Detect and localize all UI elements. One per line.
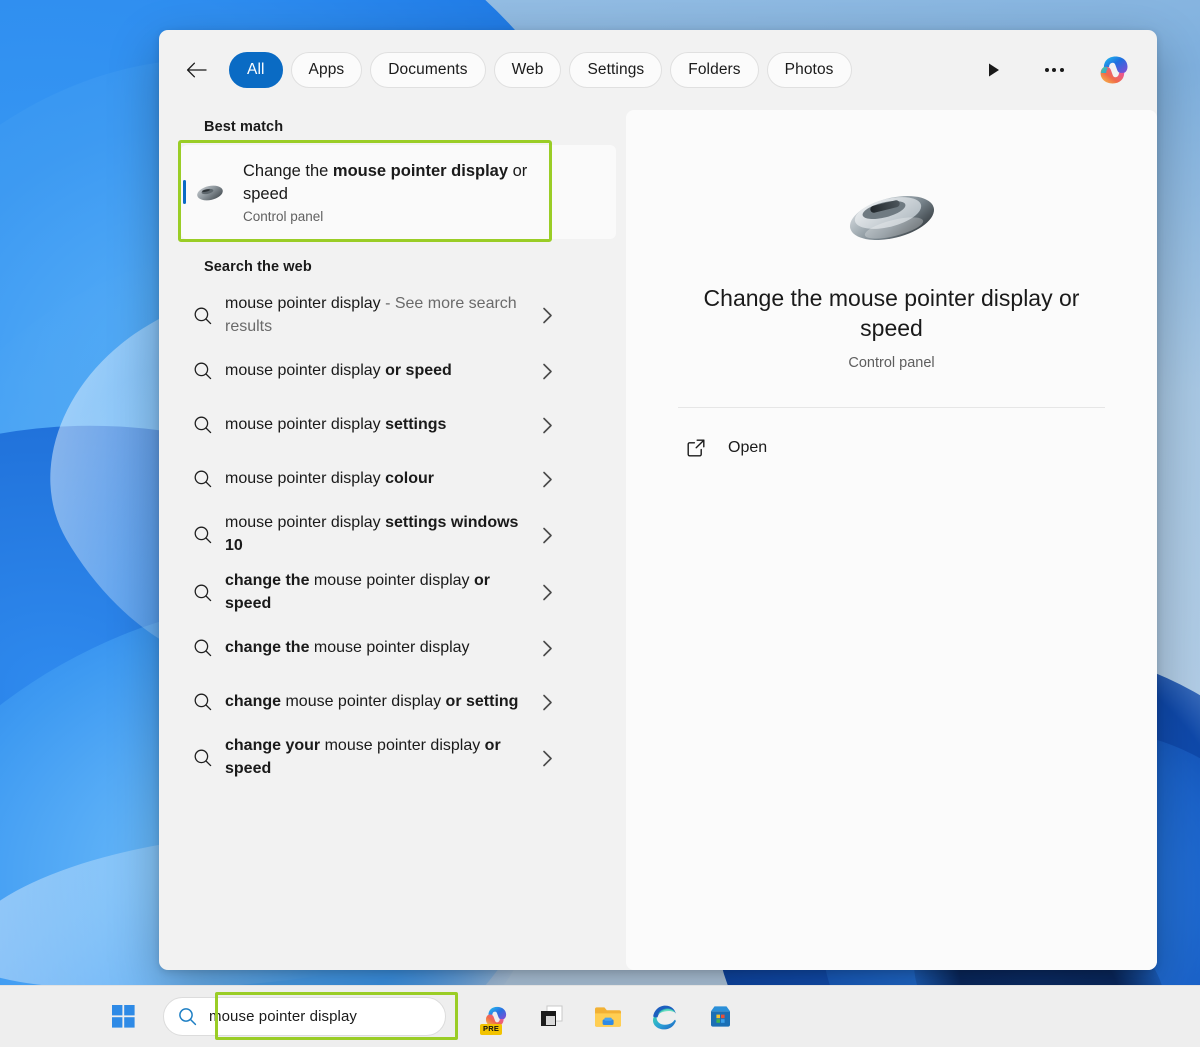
- taskbar-search-wrapper: mouse pointer display: [163, 997, 446, 1036]
- web-result-item[interactable]: change your mouse pointer display or spe…: [181, 729, 571, 786]
- search-icon: [181, 525, 225, 545]
- search-input[interactable]: mouse pointer display: [163, 997, 446, 1036]
- play-button[interactable]: [977, 53, 1011, 87]
- chevron-right-icon: [542, 417, 553, 434]
- tab-documents[interactable]: Documents: [370, 52, 485, 88]
- chevron-right-icon: [542, 363, 553, 380]
- best-match-subtitle: Control panel: [243, 209, 543, 224]
- chevron-right-icon: [542, 584, 553, 601]
- search-icon: [181, 748, 225, 768]
- search-icon: [181, 583, 225, 603]
- open-button[interactable]: Open: [678, 424, 1105, 472]
- web-results-list: mouse pointer display - See more search …: [159, 287, 626, 787]
- edge-icon: [650, 1003, 678, 1031]
- tab-settings[interactable]: Settings: [569, 52, 662, 88]
- taskbar-microsoft-store-button[interactable]: [698, 995, 742, 1039]
- file-explorer-icon: [594, 1004, 623, 1030]
- web-result-label: change your mouse pointer display or spe…: [225, 735, 542, 780]
- back-arrow-icon: [186, 62, 207, 78]
- best-match-item[interactable]: Change the mouse pointer display or spee…: [181, 145, 616, 239]
- search-icon: [181, 469, 225, 489]
- tab-photos[interactable]: Photos: [767, 52, 852, 88]
- web-result-label: change the mouse pointer display or spee…: [225, 570, 542, 615]
- taskbar-app-icons: PRE: [474, 995, 742, 1039]
- web-result-item[interactable]: mouse pointer display colour: [181, 452, 571, 506]
- chevron-right-icon: [542, 640, 553, 657]
- search-icon: [181, 306, 225, 326]
- preview-column: Change the mouse pointer display or spee…: [626, 110, 1157, 970]
- external-link-icon: [686, 438, 706, 458]
- chevron-right-icon: [542, 527, 553, 544]
- web-result-item[interactable]: change the mouse pointer display: [181, 621, 571, 675]
- copilot-button[interactable]: [1093, 49, 1135, 91]
- preview-title: Change the mouse pointer display or spee…: [678, 284, 1105, 344]
- task-view-icon: [539, 1004, 565, 1030]
- tab-web[interactable]: Web: [494, 52, 562, 88]
- search-icon: [178, 1007, 197, 1026]
- chevron-right-icon: [542, 307, 553, 324]
- search-flyout-panel: All Apps Documents Web Settings Folders …: [159, 30, 1157, 970]
- play-triangle-icon: [987, 62, 1001, 78]
- tab-apps[interactable]: Apps: [291, 52, 363, 88]
- desktop: All Apps Documents Web Settings Folders …: [0, 0, 1200, 1047]
- search-input-value: mouse pointer display: [209, 1008, 357, 1025]
- search-icon: [181, 638, 225, 658]
- taskbar: mouse pointer display: [0, 985, 1200, 1047]
- chevron-right-icon: [542, 471, 553, 488]
- taskbar-task-view-button[interactable]: [530, 995, 574, 1039]
- web-result-label: mouse pointer display settings: [225, 414, 542, 437]
- web-result-label: change the mouse pointer display: [225, 637, 542, 660]
- preview-divider: [678, 407, 1105, 408]
- search-the-web-header: Search the web: [159, 239, 626, 287]
- tab-all[interactable]: All: [229, 52, 283, 88]
- best-match-text-block: Change the mouse pointer display or spee…: [231, 160, 553, 225]
- taskbar-edge-button[interactable]: [642, 995, 686, 1039]
- filter-bar: All Apps Documents Web Settings Folders …: [159, 30, 1157, 110]
- best-match-wrapper: Change the mouse pointer display or spee…: [181, 145, 616, 239]
- web-result-label: mouse pointer display colour: [225, 468, 542, 491]
- chevron-right-icon: [542, 694, 553, 711]
- web-result-item[interactable]: mouse pointer display - See more search …: [181, 287, 571, 344]
- selection-accent-bar: [183, 180, 186, 204]
- web-result-label: mouse pointer display settings windows 1…: [225, 512, 542, 557]
- back-button[interactable]: [179, 53, 213, 87]
- windows-logo-icon: [112, 1005, 135, 1028]
- web-result-item[interactable]: change mouse pointer display or setting: [181, 675, 571, 729]
- microsoft-store-icon: [707, 1003, 734, 1030]
- copilot-icon: [1094, 50, 1134, 90]
- results-column: Best match: [159, 110, 626, 970]
- web-result-label: mouse pointer display or speed: [225, 360, 542, 383]
- web-result-label: mouse pointer display - See more search …: [225, 293, 542, 338]
- web-result-label: change mouse pointer display or setting: [225, 691, 542, 714]
- mouse-icon: [678, 180, 1105, 250]
- search-icon: [181, 415, 225, 435]
- chevron-right-icon: [542, 750, 553, 767]
- search-icon: [181, 692, 225, 712]
- taskbar-file-explorer-button[interactable]: [586, 995, 630, 1039]
- tab-folders[interactable]: Folders: [670, 52, 758, 88]
- web-result-item[interactable]: mouse pointer display or speed: [181, 344, 571, 398]
- ellipsis-icon: [1045, 68, 1064, 72]
- copilot-preview-badge: PRE: [480, 1024, 502, 1034]
- web-result-item[interactable]: mouse pointer display settings windows 1…: [181, 506, 571, 563]
- best-match-header: Best match: [159, 110, 626, 145]
- taskbar-copilot-button[interactable]: PRE: [474, 995, 518, 1039]
- best-match-title: Change the mouse pointer display or spee…: [243, 160, 543, 207]
- mouse-icon: [189, 181, 231, 203]
- open-label: Open: [728, 439, 767, 457]
- more-options-button[interactable]: [1037, 53, 1071, 87]
- panel-body: Best match: [159, 110, 1157, 970]
- preview-card: Change the mouse pointer display or spee…: [626, 110, 1157, 970]
- search-icon: [181, 361, 225, 381]
- start-button[interactable]: [103, 997, 143, 1037]
- web-result-item[interactable]: mouse pointer display settings: [181, 398, 571, 452]
- preview-subtitle: Control panel: [678, 355, 1105, 371]
- web-result-item[interactable]: change the mouse pointer display or spee…: [181, 564, 571, 621]
